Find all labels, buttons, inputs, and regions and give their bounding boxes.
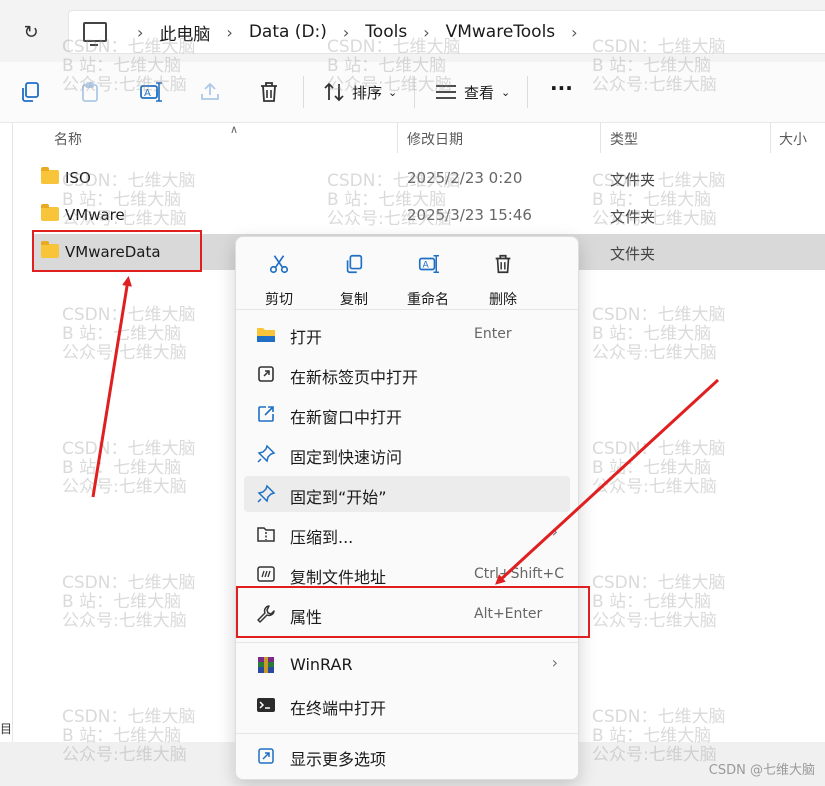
arrow-to-properties <box>495 378 720 585</box>
annotation-arrows <box>91 276 720 585</box>
watermark-signature: CSDN @七维大脑 <box>708 763 815 778</box>
arrow-to-folder <box>91 276 132 498</box>
